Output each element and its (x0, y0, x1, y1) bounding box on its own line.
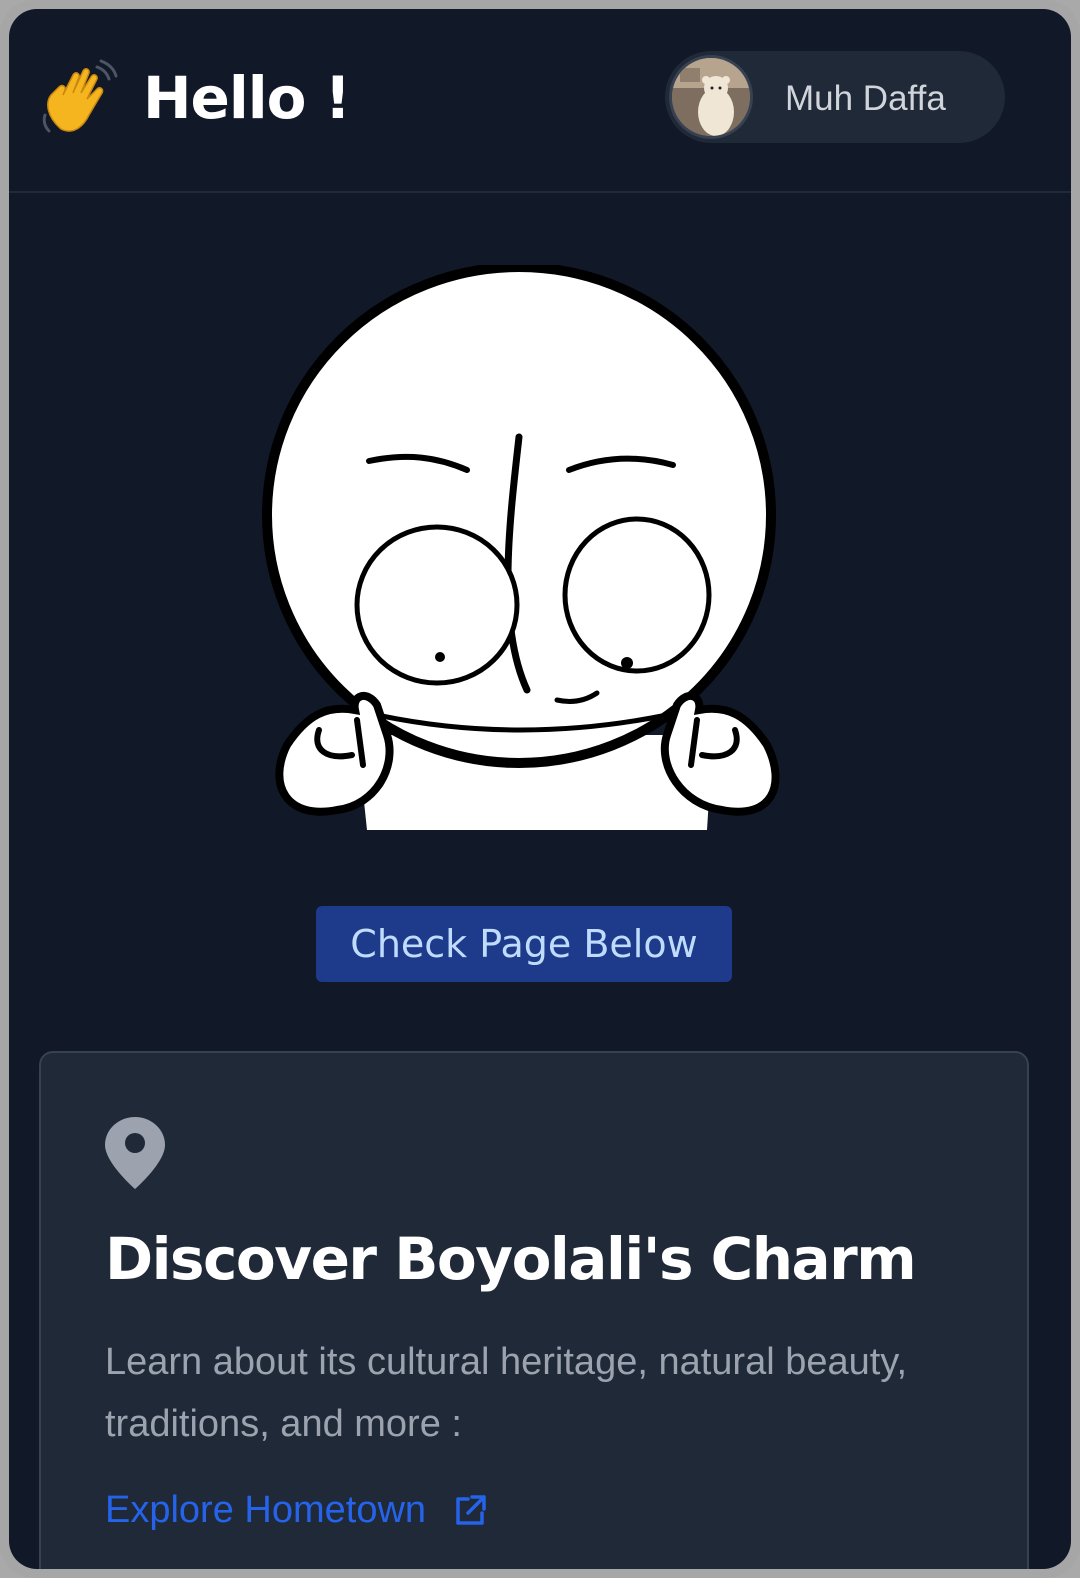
card-description: Learn about its cultural heritage, natur… (105, 1341, 908, 1445)
device-frame: Hello ! Muh Daffa Check Page Below Disco… (0, 0, 1080, 1578)
avatar-image (672, 58, 750, 136)
user-profile-chip[interactable]: Muh Daffa (665, 51, 1005, 143)
mascot-illustration (262, 265, 780, 830)
avatar[interactable] (669, 55, 753, 139)
waving-hand-icon (42, 59, 118, 133)
hero-section: Check Page Below (9, 195, 1071, 1045)
explore-hometown-link[interactable]: Explore Hometown (105, 1489, 488, 1532)
top-bar: Hello ! Muh Daffa (9, 9, 1071, 193)
link-label: Explore Hometown (105, 1489, 427, 1531)
external-link-icon (456, 1494, 486, 1525)
card-title: Discover Boyolali's Charm (105, 1225, 917, 1293)
discover-card: Discover Boyolali's Charm Learn about it… (39, 1051, 1029, 1569)
map-pin-icon (105, 1117, 165, 1189)
check-page-below-button[interactable]: Check Page Below (316, 906, 732, 982)
greeting-title: Hello ! (143, 64, 351, 132)
user-name: Muh Daffa (785, 79, 946, 118)
app-screen: Hello ! Muh Daffa Check Page Below Disco… (9, 9, 1071, 1569)
